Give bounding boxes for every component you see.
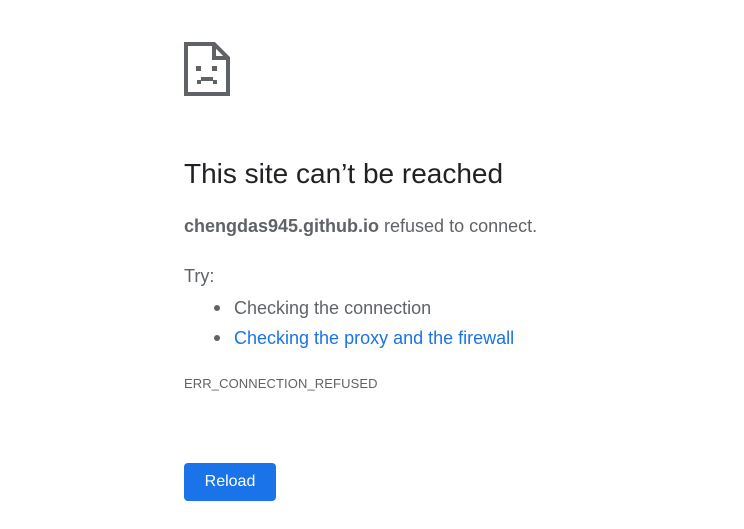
sad-file-icon bbox=[184, 42, 230, 96]
suggestion-check-connection: Checking the connection bbox=[234, 298, 432, 318]
proxy-firewall-link[interactable]: Checking the proxy and the firewall bbox=[234, 328, 514, 348]
main-content: This site can’t be reached chengdas945.g… bbox=[184, 42, 724, 501]
error-summary: chengdas945.github.io refused to connect… bbox=[184, 214, 537, 238]
error-code: ERR_CONNECTION_REFUSED bbox=[184, 376, 378, 391]
bullet-icon bbox=[214, 335, 220, 341]
page-title: This site can’t be reached bbox=[184, 158, 504, 189]
suggestions-list: Checking the connection Checking the pro… bbox=[184, 293, 514, 353]
try-label: Try: bbox=[184, 266, 215, 286]
host-name: chengdas945.github.io bbox=[184, 216, 380, 236]
bullet-icon bbox=[214, 305, 220, 311]
list-item: Checking the proxy and the firewall bbox=[184, 323, 514, 353]
reload-button[interactable]: Reload bbox=[184, 463, 276, 501]
list-item: Checking the connection bbox=[184, 293, 514, 323]
error-message: refused to connect. bbox=[379, 216, 538, 236]
